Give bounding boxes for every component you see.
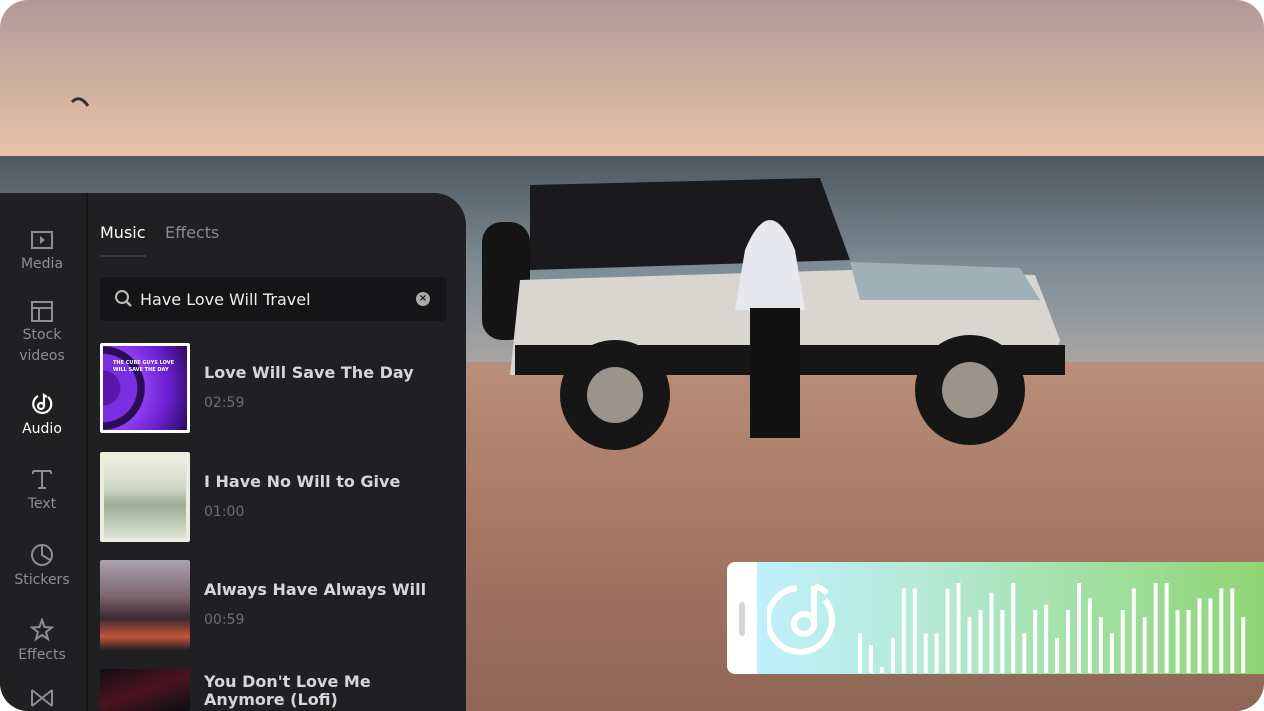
- album-cover: [100, 452, 190, 542]
- sidebar-item-stock-videos[interactable]: Stock videos: [0, 300, 84, 367]
- waveform-bar: [1087, 598, 1092, 673]
- sidebar-item-label: Text: [27, 496, 57, 512]
- waveform-bar: [1011, 583, 1016, 673]
- waveform-bar: [1022, 633, 1027, 673]
- waveform-bar: [912, 588, 917, 673]
- waveform-bar: [923, 633, 928, 673]
- clip-trim-handle[interactable]: [739, 602, 745, 636]
- waveform-bar: [945, 588, 950, 673]
- waveform-bar: [1197, 598, 1202, 673]
- waveform-bar: [967, 617, 972, 673]
- sparkle-star-icon: [30, 618, 54, 642]
- sidebar-item-label: Effects: [18, 647, 66, 663]
- waveform-bar: [868, 645, 873, 673]
- sidebar-item-label: Stock videos: [19, 327, 65, 364]
- waveform-bar: [956, 583, 961, 673]
- sidebar-item-stickers[interactable]: Stickers: [0, 543, 84, 591]
- waveform-bar: [1208, 598, 1213, 673]
- song-item[interactable]: You Don't Love Me Anymore (Lofi): [100, 669, 446, 711]
- waveform-bar: [890, 637, 895, 673]
- song-item[interactable]: Always Have Always Will 00:59: [100, 560, 446, 650]
- waveform-bar: [1120, 610, 1125, 673]
- waveform-bar: [1230, 588, 1235, 673]
- song-title: Always Have Always Will: [204, 580, 427, 599]
- waveform-bar: [1241, 617, 1246, 673]
- waveform-bar: [1131, 588, 1136, 673]
- album-cover: [100, 560, 190, 650]
- album-cover: [100, 669, 190, 711]
- waveform-bar: [1186, 610, 1191, 673]
- audio-clip-track[interactable]: [727, 562, 1264, 674]
- waveform-bar: [1033, 610, 1038, 673]
- song-duration: 01:00: [204, 504, 245, 520]
- sidebar-item-media[interactable]: Media: [0, 229, 84, 275]
- app-frame: Media Stock videos Audio Text Stickers E…: [0, 0, 1264, 711]
- sidebar: Media Stock videos Audio Text Stickers E…: [0, 193, 88, 711]
- waveform-bar: [1142, 617, 1147, 673]
- waveform-bar: [901, 588, 906, 673]
- waveform-bar: [1044, 604, 1049, 673]
- song-duration: 00:59: [204, 612, 245, 628]
- active-tab-indicator: [100, 255, 146, 257]
- waveform-bar: [1066, 610, 1071, 673]
- text-icon: [32, 470, 52, 489]
- sidebar-item-effects[interactable]: Effects: [0, 618, 84, 666]
- tab-music[interactable]: Music: [100, 223, 146, 242]
- waveform-bar: [989, 592, 994, 673]
- media-panel: Media Stock videos Audio Text Stickers E…: [0, 193, 466, 711]
- waveform-bar: [934, 633, 939, 673]
- waveform-bar: [1219, 588, 1224, 673]
- album-cover: THE CUBE GUYS LOVE WILL SAVE THE DAY: [100, 343, 190, 433]
- waveform-bar: [1000, 610, 1005, 673]
- sidebar-item-audio[interactable]: Audio: [0, 392, 84, 440]
- sidebar-item-label: Audio: [22, 421, 62, 437]
- sidebar-item-text[interactable]: Text: [0, 467, 84, 515]
- search-box: ×: [100, 277, 446, 321]
- album-cover-text: THE CUBE GUYS LOVE WILL SAVE THE DAY: [113, 360, 174, 373]
- sidebar-item-label: Media: [20, 256, 64, 272]
- transitions-icon: [31, 689, 53, 707]
- song-title: I Have No Will to Give: [204, 472, 401, 491]
- waveform-bar: [1055, 637, 1060, 673]
- waveform-bar: [1098, 617, 1103, 673]
- waveform-bar: [1077, 583, 1081, 673]
- search-input[interactable]: [140, 277, 400, 321]
- song-title: Love Will Save The Day: [204, 363, 414, 382]
- waveform: [858, 583, 1246, 673]
- song-item[interactable]: THE CUBE GUYS LOVE WILL SAVE THE DAY Lov…: [100, 343, 446, 433]
- sidebar-item-transitions[interactable]: [0, 687, 84, 711]
- layout-icon: [31, 301, 53, 322]
- waveform-bar: [858, 633, 862, 673]
- waveform-bar: [879, 666, 884, 673]
- waveform-bar: [1153, 583, 1158, 673]
- sidebar-item-label: Stickers: [14, 572, 70, 588]
- song-title: You Don't Love Me Anymore (Lofi): [204, 672, 371, 709]
- music-note-icon: [32, 392, 53, 415]
- waveform-bar: [978, 610, 983, 673]
- song-item[interactable]: I Have No Will to Give 01:00: [100, 452, 446, 542]
- clear-search-icon[interactable]: ×: [416, 292, 430, 306]
- media-play-icon: [31, 231, 53, 249]
- waveform-bar: [1164, 583, 1169, 673]
- waveform-bar: [1109, 633, 1114, 673]
- search-icon: [115, 290, 132, 307]
- tab-effects[interactable]: Effects: [165, 223, 219, 242]
- sticker-icon: [31, 544, 53, 566]
- waveform-bar: [1175, 610, 1180, 673]
- song-duration: 02:59: [204, 395, 245, 411]
- audio-clip-body: [757, 562, 1264, 674]
